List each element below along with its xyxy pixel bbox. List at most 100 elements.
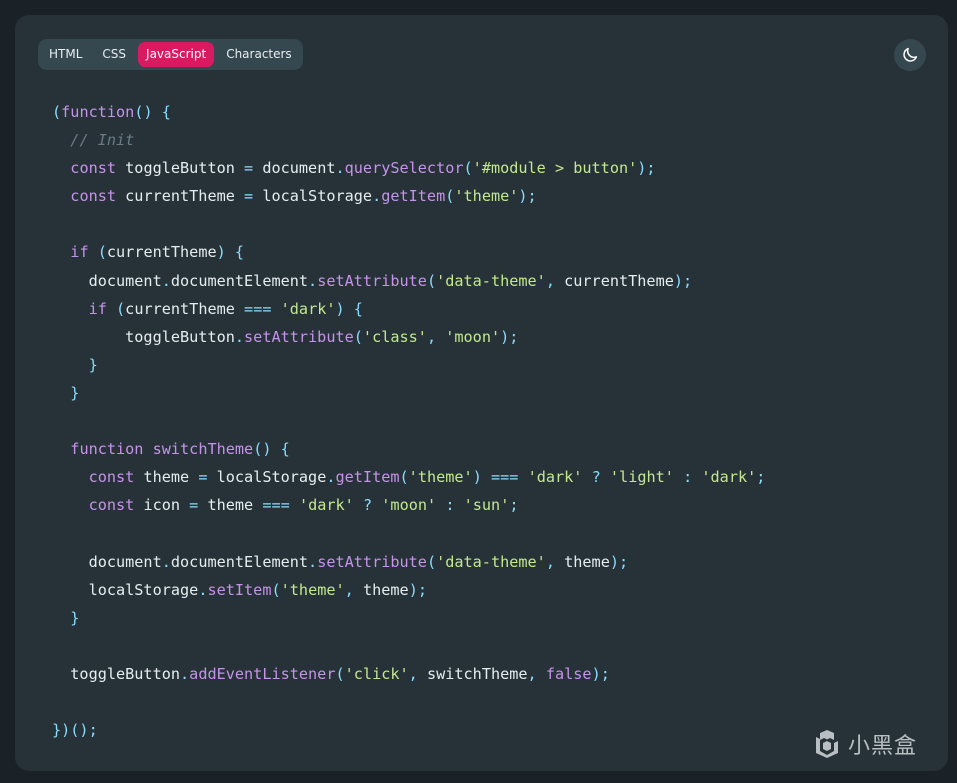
code-token-string: 'data-theme' [436, 552, 546, 571]
code-token-punc: } [88, 355, 98, 374]
code-token-punc: . [180, 664, 190, 683]
code-token-punc: ); [500, 327, 519, 346]
code-token-punc: === [262, 496, 290, 515]
theme-toggle-button[interactable] [894, 39, 926, 71]
code-line: } [52, 351, 765, 379]
code-token-punc: ( [88, 243, 107, 262]
code-token-punc: ) { [335, 299, 363, 318]
code-token-punc: . [308, 552, 318, 571]
code-token-punc: ) === [472, 468, 519, 487]
code-token-string: 'class' [362, 327, 427, 346]
code-token-string: 'theme' [454, 187, 519, 206]
code-token-punc: ); [518, 187, 537, 206]
code-token-string: 'moon' [381, 496, 437, 515]
code-token-punc: ( [426, 552, 437, 571]
tab-characters[interactable]: Characters [218, 42, 300, 67]
code-token-punc: . [234, 327, 245, 346]
code-token-func: getItem [335, 468, 400, 487]
code-token-punc: = [244, 187, 254, 206]
code-line: document.documentElement.setAttribute('d… [52, 548, 765, 576]
heybox-logo-icon [812, 729, 842, 759]
code-token-punc: ? [362, 496, 373, 515]
code-token-punc: } [70, 608, 80, 627]
code-token-punc: . [308, 271, 318, 290]
code-token-punc: . [326, 468, 336, 487]
code-token-punc: , [545, 271, 555, 290]
code-token-punc: . [372, 187, 382, 206]
code-token-keyword: const [88, 496, 135, 515]
code-token-func: switchTheme [152, 440, 254, 459]
code-token-punc: ? [591, 468, 601, 487]
tab-html[interactable]: HTML [41, 42, 90, 67]
code-line: toggleButton.addEventListener('click', s… [52, 660, 765, 688]
code-token-punc: ; [509, 496, 519, 515]
code-token-punc: , [527, 664, 537, 683]
code-token-punc: . [161, 552, 171, 571]
code-line: })(); [52, 716, 765, 744]
code-token-keyword: false [545, 664, 592, 683]
code-token-punc: ( [463, 159, 473, 178]
code-line: const theme = localStorage.getItem('them… [52, 463, 766, 491]
code-token-punc: , [545, 552, 555, 571]
code-token-plain: localStorage [52, 580, 199, 599]
code-token-func: setAttribute [317, 271, 427, 290]
code-token-punc: ( [106, 299, 126, 318]
code-token-keyword: const [70, 159, 117, 178]
code-token-punc: ( [399, 468, 409, 487]
code-token-keyword: if [88, 299, 107, 318]
code-line: const currentTheme = localStorage.getIte… [52, 182, 765, 210]
code-token-keyword: function [70, 440, 144, 459]
code-token-string: 'dark' [527, 468, 583, 487]
code-token-keyword: const [70, 187, 117, 206]
code-token-punc: () { [134, 103, 171, 121]
code-token-punc: ( [426, 271, 437, 290]
code-token-plain: icon [134, 496, 190, 515]
code-line: // Init [52, 126, 765, 154]
code-token-keyword: if [70, 243, 89, 262]
code-token-punc: ( [335, 664, 345, 683]
watermark: 小黑盒 [812, 728, 917, 760]
code-token-plain: documentElement [170, 271, 309, 290]
code-token-plain: theme [353, 580, 409, 599]
code-token-punc: ) { [216, 243, 245, 262]
code-token-keyword: function [61, 103, 135, 121]
code-token-punc: ( [52, 103, 62, 121]
code-token-punc: ; [756, 468, 766, 487]
tab-css[interactable]: CSS [94, 42, 134, 67]
code-token-string: 'dark' [280, 299, 336, 318]
code-block: (function() { // Init const toggleButton… [52, 98, 765, 744]
code-token-func: setAttribute [244, 327, 354, 346]
code-line: function switchTheme() { [52, 435, 765, 463]
code-line: localStorage.setItem('theme', theme); [52, 576, 765, 604]
code-token-string: 'sun' [463, 496, 510, 515]
code-token-string: 'theme' [280, 580, 345, 599]
code-token-punc: ); [673, 271, 693, 290]
code-token-func: setAttribute [317, 552, 427, 571]
code-token-plain: theme [134, 468, 199, 487]
code-line: const icon = theme === 'dark' ? 'moon' :… [52, 491, 765, 519]
language-tab-bar: HTML CSS JavaScript Characters [38, 39, 303, 70]
code-token-plain: currentTheme [106, 243, 217, 262]
code-line: document.documentElement.setAttribute('d… [52, 267, 765, 295]
code-token-string: 'dark' [701, 468, 757, 487]
code-token-punc: = [189, 496, 199, 515]
tab-javascript[interactable]: JavaScript [138, 42, 215, 67]
code-token-plain: toggleButton [116, 159, 245, 178]
code-token-punc: () { [253, 440, 290, 459]
code-token-punc: , [344, 580, 354, 599]
